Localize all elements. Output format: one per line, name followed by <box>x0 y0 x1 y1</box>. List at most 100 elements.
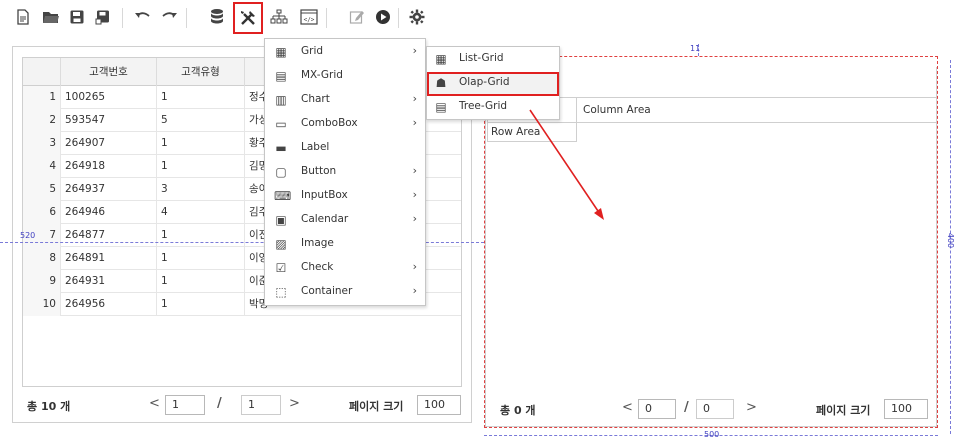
save-icon[interactable] <box>64 4 90 30</box>
row-number: 5 <box>23 178 61 201</box>
customer-id-cell[interactable]: 264946 <box>61 201 157 224</box>
customer-id-cell[interactable]: 100265 <box>61 86 157 109</box>
side-height-label: 400 <box>946 232 956 249</box>
width-label: 500 <box>704 430 720 439</box>
customer-type-cell[interactable]: 1 <box>157 86 245 109</box>
tools-icon[interactable] <box>233 2 263 34</box>
customer-type-cell[interactable]: 1 <box>157 224 245 247</box>
menu-item-grid[interactable]: ▦ Grid › <box>265 41 425 65</box>
menu-item-label: Button <box>301 165 337 177</box>
customer-type-cell[interactable]: 5 <box>157 109 245 132</box>
customer-type-cell[interactable]: 1 <box>157 270 245 293</box>
toolbar-divider <box>398 8 399 28</box>
page-input[interactable]: 1 <box>165 395 205 415</box>
grid-icon: ▦ <box>275 45 287 59</box>
code-view-icon[interactable]: </> <box>296 4 322 30</box>
submenu-item-list-grid[interactable]: ▦ List-Grid <box>427 48 559 72</box>
customer-type-cell[interactable]: 1 <box>157 293 245 316</box>
menu-item-calendar[interactable]: ▣ Calendar › <box>265 209 425 233</box>
menu-item-label: Chart <box>301 93 330 105</box>
row-number: 10 <box>23 293 61 316</box>
page-size-label: 페이지 크기 <box>816 404 871 417</box>
menu-item-image[interactable]: ▨ Image <box>265 233 425 257</box>
customer-id-cell[interactable]: 264937 <box>61 178 157 201</box>
hierarchy-icon[interactable] <box>266 4 292 30</box>
submenu-item-olap-grid[interactable]: ☗ Olap-Grid <box>427 72 559 96</box>
mx-grid-icon: ▤ <box>275 69 287 83</box>
open-folder-icon[interactable] <box>38 4 64 30</box>
menu-item-button[interactable]: ▢ Button › <box>265 161 425 185</box>
menu-item-label: Calendar <box>301 213 349 225</box>
total-pages: 1 <box>241 395 281 415</box>
save-as-icon[interactable] <box>90 4 116 30</box>
next-page-button[interactable]: > <box>746 400 757 415</box>
customer-id-cell[interactable]: 593547 <box>61 109 157 132</box>
customer-type-cell[interactable]: 1 <box>157 132 245 155</box>
top-offset-label: 11 <box>690 44 701 53</box>
label-icon: ▬ <box>275 141 287 155</box>
customer-id-cell[interactable]: 264956 <box>61 293 157 316</box>
grid-header-customer-id[interactable]: 고객번호 <box>61 58 157 86</box>
redo-icon[interactable] <box>156 4 182 30</box>
prev-page-button[interactable]: < <box>622 400 633 415</box>
new-file-icon[interactable] <box>10 4 36 30</box>
customer-type-cell[interactable]: 1 <box>157 247 245 270</box>
toolbar-divider <box>122 8 123 28</box>
olap-column-area[interactable]: Column Area <box>577 97 937 123</box>
customer-id-cell[interactable]: 264931 <box>61 270 157 293</box>
prev-page-button[interactable]: < <box>149 396 160 411</box>
menu-item-inputbox[interactable]: ⌨ InputBox › <box>265 185 425 209</box>
submenu-item-label: Olap-Grid <box>459 76 510 88</box>
menu-item-label: Check <box>301 261 334 273</box>
height-label: 520 <box>20 231 36 240</box>
combobox-icon: ▭ <box>275 117 287 131</box>
page-size-input[interactable]: 100 <box>417 395 461 415</box>
chevron-right-icon: › <box>412 212 417 225</box>
page-slash: / <box>684 400 689 415</box>
page-size-input[interactable]: 100 <box>884 399 928 419</box>
menu-item-label: Grid <box>301 45 324 57</box>
inputbox-icon: ⌨ <box>274 189 292 203</box>
menu-item-label[interactable]: ▬ Label <box>265 137 425 161</box>
gear-icon[interactable] <box>404 4 430 30</box>
menu-item-mx-grid[interactable]: ▤ MX-Grid <box>265 65 425 89</box>
customer-id-cell[interactable]: 264918 <box>61 155 157 178</box>
play-icon[interactable] <box>370 4 396 30</box>
next-page-button[interactable]: > <box>289 396 300 411</box>
toolbar-divider <box>186 8 187 28</box>
row-number: 8 <box>23 247 61 270</box>
total-count: 총 10 개 <box>27 400 71 413</box>
customer-id-cell[interactable]: 264891 <box>61 247 157 270</box>
chevron-right-icon: › <box>412 92 417 105</box>
customer-type-cell[interactable]: 4 <box>157 201 245 224</box>
chevron-right-icon: › <box>412 44 417 57</box>
tools-dropdown-menu: ▦ Grid › ▤ MX-Grid ▥ Chart › ▭ ComboBox › ▬ Label ▢ Bu… <box>264 38 426 306</box>
olap-row-area[interactable]: Row Area <box>487 122 577 142</box>
undo-icon[interactable] <box>130 4 156 30</box>
chevron-right-icon: › <box>412 116 417 129</box>
container-icon: ⬚ <box>275 285 287 299</box>
database-icon[interactable] <box>204 4 230 30</box>
customer-type-cell[interactable]: 1 <box>157 155 245 178</box>
row-number: 4 <box>23 155 61 178</box>
menu-item-chart[interactable]: ▥ Chart › <box>265 89 425 113</box>
row-number: 3 <box>23 132 61 155</box>
right-pager: 총 0 개 < 0 / 0 > 페이지 크기 100 <box>486 397 936 423</box>
menu-item-container[interactable]: ⬚ Container › <box>265 281 425 305</box>
menu-item-combobox[interactable]: ▭ ComboBox › <box>265 113 425 137</box>
grid-header-customer-type[interactable]: 고객유형 <box>157 58 245 86</box>
menu-item-check[interactable]: ☑ Check › <box>265 257 425 281</box>
customer-id-cell[interactable]: 264877 <box>61 224 157 247</box>
chevron-right-icon: › <box>412 164 417 177</box>
edit-icon[interactable] <box>344 4 370 30</box>
toolbar-divider <box>326 8 327 28</box>
submenu-item-tree-grid[interactable]: ▤ Tree-Grid <box>427 96 559 120</box>
page-input[interactable]: 0 <box>638 399 676 419</box>
image-icon: ▨ <box>275 237 287 251</box>
toolbar: </> <box>0 0 958 40</box>
row-number: 1 <box>23 86 61 109</box>
customer-type-cell[interactable]: 3 <box>157 178 245 201</box>
olap-grid[interactable]: Column Area Row Area 총 0 개 < 0 / 0 > 페이지… <box>485 67 937 427</box>
customer-id-cell[interactable]: 264907 <box>61 132 157 155</box>
menu-item-label: MX-Grid <box>301 69 343 81</box>
